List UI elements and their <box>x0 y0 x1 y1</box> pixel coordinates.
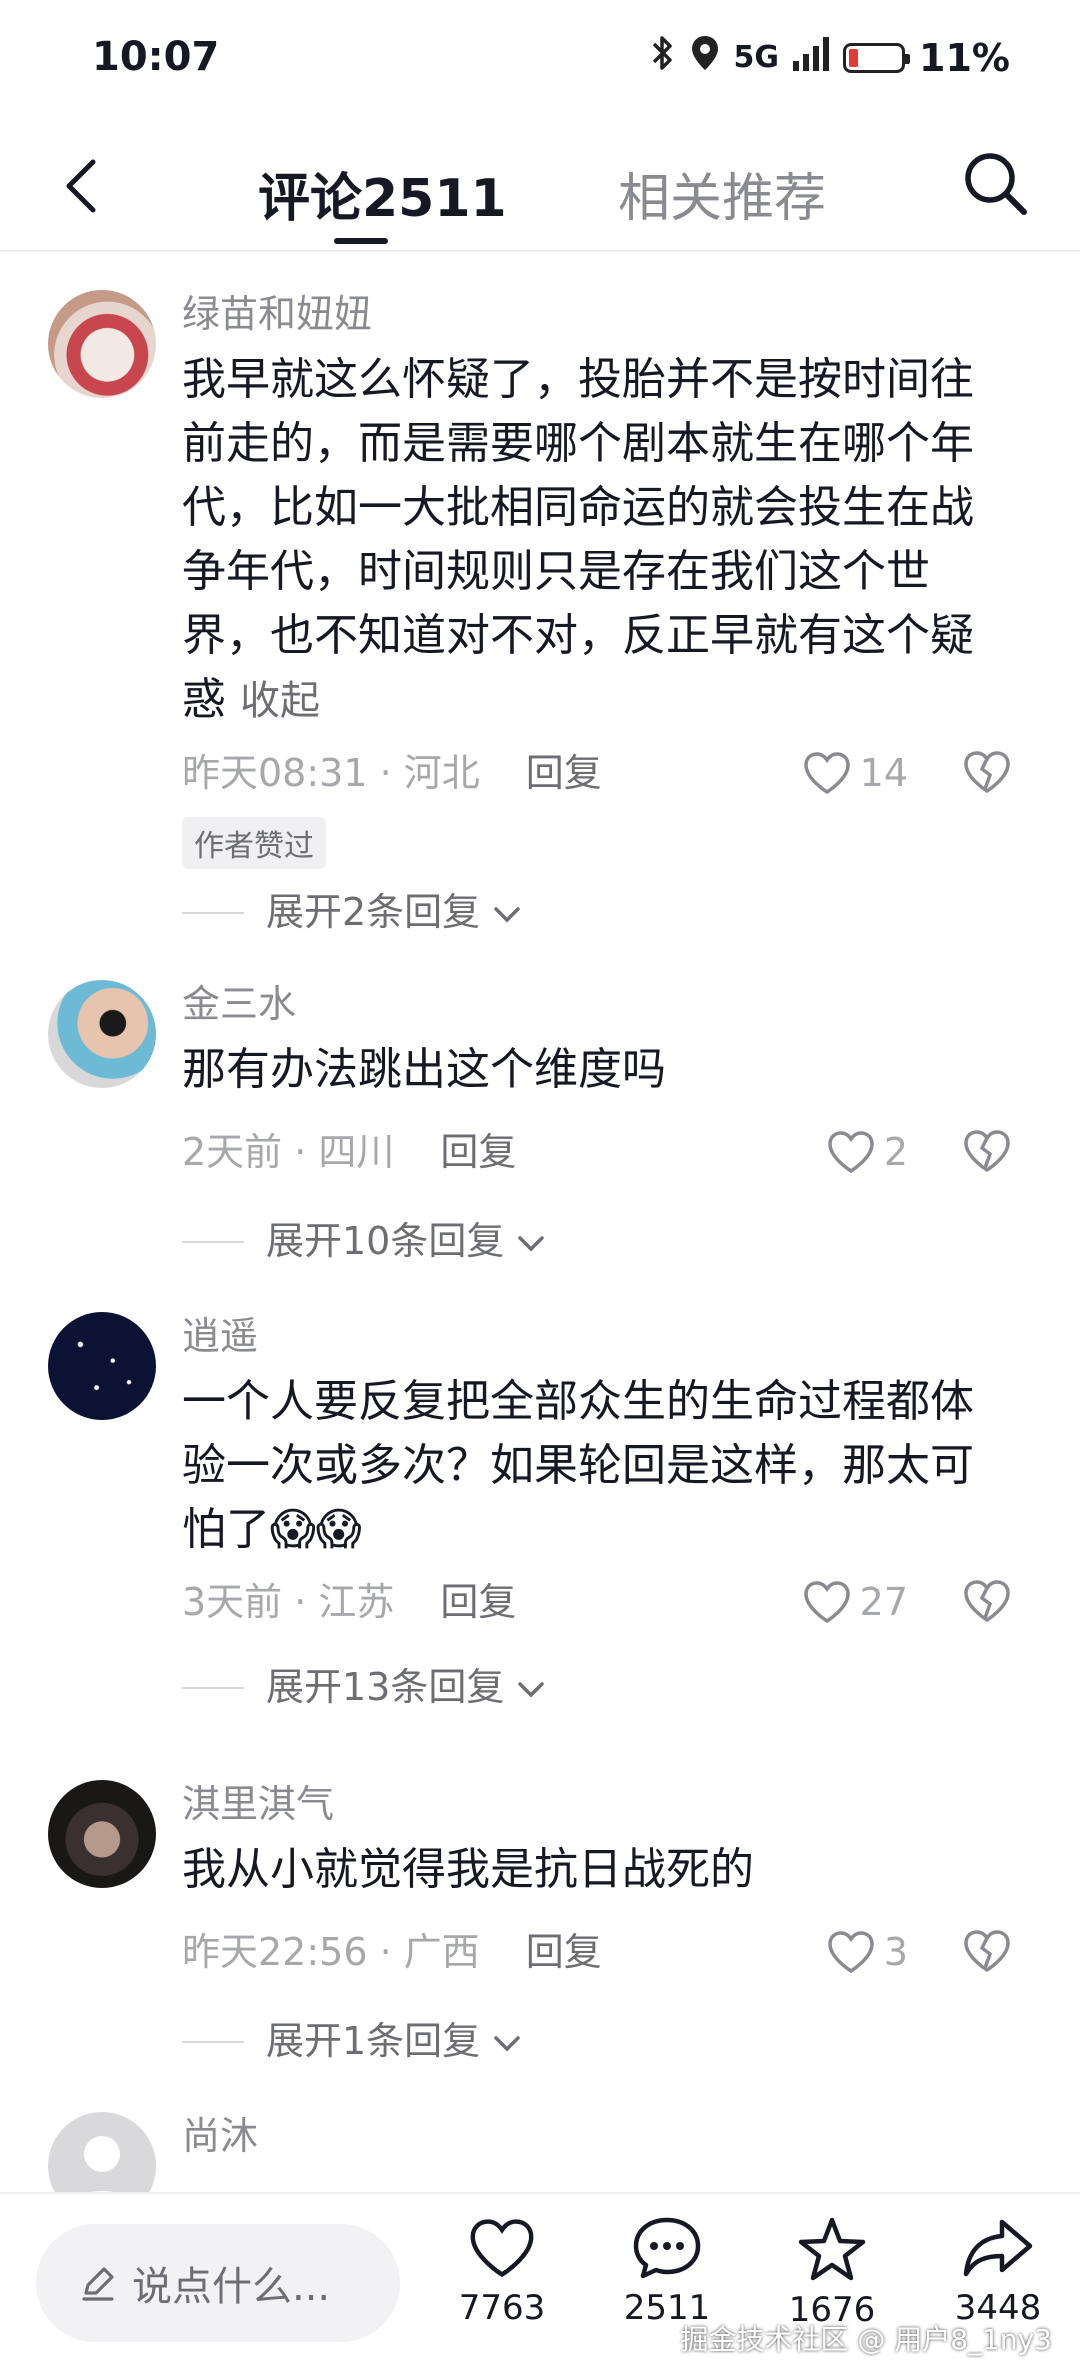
comment-meta: 昨天22:56 · 广西 回复 3 <box>182 1922 1012 1982</box>
broken-heart-icon[interactable] <box>962 749 1012 795</box>
comment-username[interactable]: 淇里淇气 <box>182 1780 1012 1828</box>
divider <box>182 1687 244 1689</box>
bottom-action-bar: 说点什么... 7763 2511 1676 3448 掘金技术社区 @ 用户8… <box>0 2192 1080 2374</box>
comment-time-location: 3天前 · 江苏 <box>182 1580 395 1624</box>
share-action[interactable]: 3448 <box>933 2216 1063 2328</box>
signal-icon <box>793 36 830 80</box>
watermark: 掘金技术社区 @ 用户8_1ny3 <box>680 2323 1052 2356</box>
comment-bubble-icon <box>633 2217 701 2279</box>
comment-username[interactable]: 逍遥 <box>182 1312 1012 1360</box>
comment-body: 我从小就觉得我是抗日战死的 <box>182 1844 754 1895</box>
heart-icon <box>828 1931 874 1974</box>
author-liked-badge: 作者赞过 <box>182 817 326 869</box>
comment-text: 我早就这么怀疑了，投胎并不是按时间往前走的，而是需要哪个剧本就生在哪个年代，比如… <box>182 348 1012 733</box>
broken-heart-icon[interactable] <box>962 1928 1012 1974</box>
expand-replies[interactable]: 展开2条回复 <box>182 887 1012 937</box>
expand-replies-label: 展开10条回复 <box>266 1219 505 1263</box>
comment-time-location: 昨天08:31 · 河北 <box>182 751 480 795</box>
like-action[interactable]: 7763 <box>437 2216 567 2328</box>
network-type: 5G <box>733 40 780 75</box>
expand-replies[interactable]: 展开1条回复 <box>182 2016 1012 2066</box>
avatar[interactable] <box>48 1312 156 1420</box>
chevron-down-icon <box>494 2036 521 2052</box>
comment-input-placeholder: 说点什么... <box>132 2264 331 2310</box>
bluetooth-icon <box>650 34 676 81</box>
collapse-link[interactable]: 收起 <box>240 678 320 724</box>
like-count: 27 <box>859 1580 908 1624</box>
comments-header: 评论2511 相关推荐 <box>0 120 1080 252</box>
chevron-down-icon <box>518 1682 545 1698</box>
heart-icon <box>470 2219 534 2278</box>
expand-replies-label: 展开2条回复 <box>266 890 481 934</box>
battery-icon <box>843 42 911 73</box>
expand-replies-label: 展开13条回复 <box>266 1665 505 1709</box>
like-total: 7763 <box>458 2288 546 2328</box>
comment-username[interactable]: 绿苗和妞妞 <box>182 290 1012 338</box>
status-icons: 5G 11% <box>650 34 1010 81</box>
comment-body: 那有办法跳出这个维度吗 <box>182 1044 666 1095</box>
like-count: 3 <box>883 1930 908 1974</box>
expand-replies-label: 展开1条回复 <box>266 2019 481 2063</box>
reply-button[interactable]: 回复 <box>440 1130 516 1174</box>
active-tab-indicator <box>334 238 388 244</box>
avatar[interactable] <box>48 1780 156 1888</box>
comment-action[interactable]: 2511 <box>602 2216 732 2328</box>
avatar[interactable] <box>48 290 156 398</box>
like-button[interactable]: 2 <box>826 1122 908 1182</box>
comment-meta: 2天前 · 四川 回复 2 <box>182 1122 1012 1182</box>
avatar[interactable] <box>48 980 156 1088</box>
favorite-action[interactable]: 1676 <box>767 2216 897 2330</box>
heart-icon <box>828 1131 874 1174</box>
back-arrow-icon[interactable] <box>55 156 115 216</box>
like-count: 14 <box>859 751 908 795</box>
comment-meta: 昨天08:31 · 河北 回复 14 <box>182 743 1012 803</box>
tab-comments[interactable]: 评论2511 <box>258 156 507 231</box>
broken-heart-icon[interactable] <box>962 1578 1012 1624</box>
comment-username[interactable]: 尚沐 <box>182 2112 1012 2160</box>
heart-icon <box>803 1581 850 1624</box>
heart-icon <box>803 752 850 795</box>
divider <box>182 912 244 914</box>
chevron-down-icon <box>494 907 521 923</box>
comment-body: 一个人要反复把全部众生的生命过程都体验一次或多次？如果轮回是这样，那太可怕了😱😱 <box>182 1376 974 1555</box>
comment-username[interactable]: 金三水 <box>182 980 1012 1028</box>
expand-replies[interactable]: 展开13条回复 <box>182 1662 1012 1712</box>
comment-body: 我早就这么怀疑了，投胎并不是按时间往前走的，而是需要哪个剧本就生在哪个年代，比如… <box>182 354 974 725</box>
comment-time-location: 2天前 · 四川 <box>182 1130 395 1174</box>
comment-meta: 3天前 · 江苏 回复 27 <box>182 1572 1012 1632</box>
chevron-down-icon <box>518 1236 545 1252</box>
divider <box>182 1241 244 1243</box>
comment-input[interactable]: 说点什么... <box>36 2224 400 2342</box>
reply-button[interactable]: 回复 <box>526 1930 602 1974</box>
divider <box>182 2041 244 2043</box>
pen-icon <box>82 2267 114 2301</box>
like-button[interactable]: 3 <box>826 1922 908 1982</box>
tab-related[interactable]: 相关推荐 <box>618 156 826 231</box>
star-icon <box>798 2217 866 2281</box>
share-arrow-icon <box>963 2219 1033 2277</box>
status-bar: 10:07 5G 11% <box>0 0 1080 120</box>
broken-heart-icon[interactable] <box>962 1128 1012 1174</box>
reply-button[interactable]: 回复 <box>526 751 602 795</box>
like-button[interactable]: 14 <box>802 743 908 803</box>
like-button[interactable]: 27 <box>802 1572 908 1632</box>
location-icon <box>690 34 720 81</box>
expand-replies[interactable]: 展开10条回复 <box>182 1216 1012 1266</box>
like-count: 2 <box>883 1130 908 1174</box>
reply-button[interactable]: 回复 <box>440 1580 516 1624</box>
battery-percent: 11% <box>919 35 1010 80</box>
status-time: 10:07 <box>92 34 220 80</box>
comment-time-location: 昨天22:56 · 广西 <box>182 1930 480 1974</box>
search-icon[interactable] <box>960 148 1030 218</box>
